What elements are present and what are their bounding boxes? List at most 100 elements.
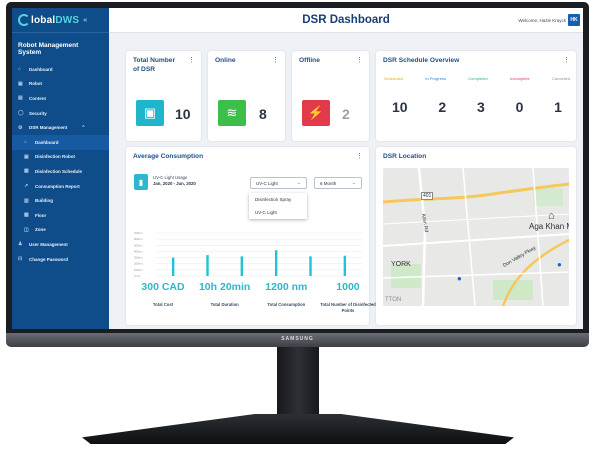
- map-roads: [383, 168, 569, 306]
- dropdown-option[interactable]: UV-C Light: [249, 206, 307, 219]
- sidebar-item-label: Floor: [35, 212, 47, 218]
- chart-bar[interactable]: [274, 250, 278, 276]
- more-options-icon[interactable]: ⋮: [563, 56, 570, 64]
- sidebar-item-label: Dashboard: [35, 139, 59, 145]
- sidebar-item-label: DSR Management: [29, 125, 68, 131]
- more-options-icon[interactable]: ⋮: [272, 56, 279, 64]
- monitor-stand-base: [82, 414, 514, 444]
- building-icon: ⌂: [548, 210, 555, 222]
- sidebar-item-label: Consumption Report: [35, 183, 80, 189]
- floor-icon: ▩: [24, 212, 29, 219]
- dashboard-content: Total Number of DSR ⋮ ▣ 10 Online ⋮ ≋ 8 O…: [109, 33, 583, 329]
- logo-bar: lobalDWS «: [12, 8, 109, 33]
- sidebar-item-robot[interactable]: ▣ Robot: [12, 77, 109, 92]
- sidebar-item-zone[interactable]: ◫ Zone: [12, 223, 109, 238]
- more-options-icon[interactable]: ⋮: [356, 56, 363, 64]
- consumption-type-dropdown: Disinfection Spray UV-C Light: [249, 193, 307, 219]
- robot-icon: ▣: [24, 153, 29, 160]
- sidebar-item-building[interactable]: ▥ Building: [12, 193, 109, 208]
- schedule-title: DSR Schedule Overview: [383, 57, 460, 64]
- total-dsr-card: Total Number of DSR ⋮ ▣ 10: [126, 51, 201, 141]
- map-label-place: Aga Khan Mu: [529, 222, 569, 231]
- avatar[interactable]: HK: [568, 14, 580, 26]
- sidebar-item-user-management[interactable]: ♟ User Management: [12, 237, 109, 252]
- y-tick-label: 300nm: [134, 256, 143, 260]
- sidebar-item-security[interactable]: ◯ Security: [12, 106, 109, 121]
- calendar-icon: ▦: [24, 168, 29, 175]
- stat-block: 10h 20min Total Duration: [195, 281, 255, 313]
- y-tick-label: 200nm: [134, 262, 143, 266]
- stat-value: 300 CAD: [141, 281, 185, 293]
- map-label-edge: TTON: [385, 297, 402, 303]
- logo-g-icon: [18, 14, 30, 26]
- collapse-sidebar-icon[interactable]: «: [83, 17, 87, 24]
- y-tick-label: 700nm: [134, 231, 143, 235]
- sidebar-item-dashboard[interactable]: ⌂ Dashboard: [12, 62, 109, 77]
- schedule-label: Completed: [468, 76, 488, 81]
- online-title: Online: [215, 57, 236, 64]
- logo: lobalDWS: [31, 14, 80, 26]
- x-tick-label: Feb: [205, 277, 211, 278]
- sidebar-item-consumption-report[interactable]: ↗ Consumption Report: [12, 179, 109, 194]
- schedule-label: Incomplete: [510, 76, 530, 81]
- sidebar-item-label: Security: [29, 110, 47, 116]
- sidebar-item-dashboard[interactable]: ⌂ Dashboard: [12, 134, 109, 150]
- x-tick-label: Jan: [171, 277, 176, 278]
- more-options-icon[interactable]: ⋮: [188, 56, 195, 64]
- map-label-area: YORK: [391, 261, 411, 268]
- stat-value: 10h 20min: [198, 281, 251, 293]
- chart-bar[interactable]: [343, 255, 347, 276]
- stat-value: 1200 nm: [265, 281, 308, 293]
- sidebar-item-label: Change Password: [29, 256, 69, 262]
- sidebar-item-change-password[interactable]: ⊡ Change Password: [12, 252, 109, 267]
- top-bar: DSR Dashboard Welcome, Hazle Krayck HK: [109, 8, 583, 33]
- y-tick-label: 500nm: [134, 243, 143, 247]
- total-dsr-value: 10: [175, 106, 191, 122]
- chart-bar[interactable]: [240, 256, 244, 276]
- schedule-value: 1: [554, 99, 562, 115]
- location-map[interactable]: 401 Allen Rd Aga Khan Mu YORK Don Valley…: [383, 168, 569, 306]
- chevron-up-icon: ⌃: [81, 124, 86, 131]
- main-area: DSR Dashboard Welcome, Hazle Krayck HK T…: [109, 8, 583, 329]
- x-tick-label: May: [308, 277, 314, 278]
- schedule-overview-card: DSR Schedule Overview ⋮ Scheduled In Prog…: [376, 51, 576, 141]
- schedule-label: In Progress: [425, 76, 446, 81]
- stat-block: 1000 Total Number of Disinfected Points: [318, 281, 378, 313]
- sidebar-item-disinfection-schedule[interactable]: ▦ Disinfection Schedule: [12, 164, 109, 179]
- sidebar-item-label: Disinfection Robot: [35, 154, 75, 160]
- sidebar-item-label: Content: [29, 95, 46, 101]
- sidebar-item-floor[interactable]: ▩ Floor: [12, 208, 109, 223]
- chart-bar[interactable]: [171, 257, 175, 276]
- sidebar-item-label: Dashboard: [29, 66, 53, 72]
- robot-icon: ▣: [136, 100, 164, 126]
- offline-value: 2: [342, 106, 350, 122]
- sidebar-item-label: Building: [35, 198, 53, 204]
- sidebar: lobalDWS « Robot Management System ⌂ Dash…: [12, 8, 109, 329]
- y-tick-label: 100nm: [134, 268, 143, 272]
- wifi-icon: ≋: [218, 100, 246, 126]
- schedule-labels: Scheduled In Progress Completed Incomplete C…: [384, 76, 570, 81]
- chart-bar[interactable]: [309, 256, 312, 276]
- y-tick-label: 400nm: [134, 249, 143, 253]
- home-icon: ⌂: [18, 66, 22, 73]
- map-pin-icon[interactable]: ●: [457, 274, 462, 283]
- sidebar-item-content[interactable]: ▤ Content: [12, 91, 109, 106]
- user-icon: ♟: [18, 241, 23, 248]
- map-pin-icon[interactable]: ●: [557, 260, 562, 269]
- zone-icon: ◫: [24, 226, 29, 233]
- x-tick-label: Apr: [274, 277, 279, 278]
- sidebar-item-disinfection-robot[interactable]: ▣ Disinfection Robot: [12, 150, 109, 165]
- dropdown-option[interactable]: Disinfection Spray: [249, 193, 307, 206]
- offline-plug-icon: ⚡: [302, 100, 330, 126]
- stat-label: Total Number of Disinfected Points: [320, 302, 376, 313]
- welcome-text: Welcome, Hazle Krayck: [518, 17, 566, 23]
- sidebar-item-dsr-management[interactable]: ⚙ DSR Management ⌃: [12, 120, 109, 135]
- stat-block: 1200 nm Total Consumption: [256, 281, 316, 313]
- offline-card: Offline ⋮ ⚡ 2: [292, 51, 369, 141]
- schedule-values: 10 2 3 0 1: [392, 99, 562, 115]
- building-icon: ▥: [24, 197, 29, 204]
- chart-bar[interactable]: [206, 255, 209, 276]
- online-value: 8: [259, 106, 267, 122]
- dsr-location-card: DSR Location 401 Allen Rd Aga Khan YORK …: [376, 147, 576, 325]
- sidebar-item-label: Disinfection Schedule: [35, 168, 83, 174]
